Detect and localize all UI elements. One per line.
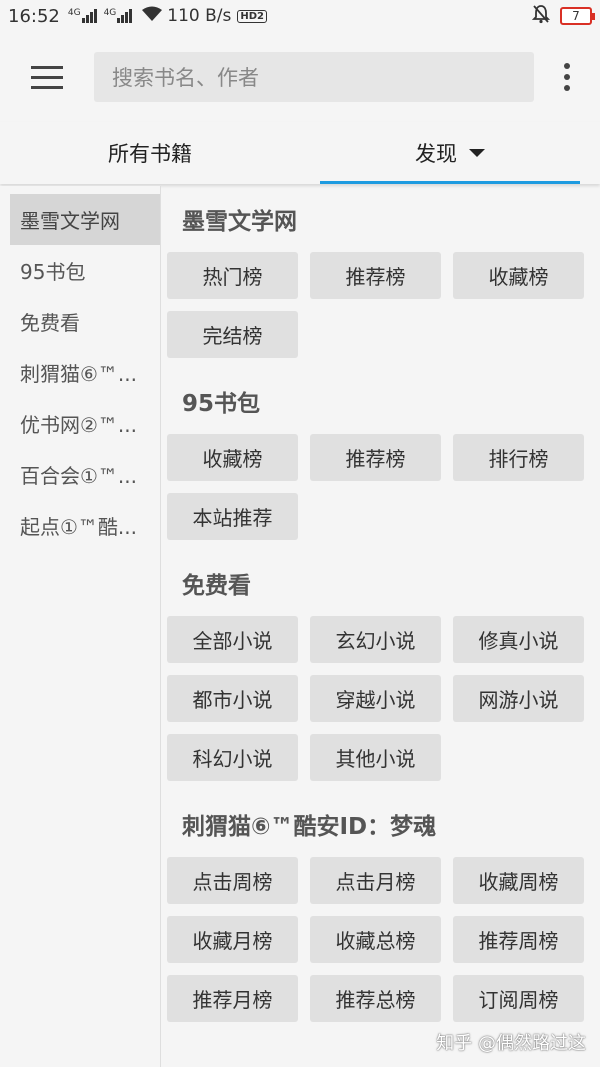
discover-content[interactable]: 墨雪文学网 热门榜 推荐榜 收藏榜 完结榜 95书包 收藏榜 推荐榜 排行榜 本… [162, 186, 600, 1067]
sidebar-item[interactable]: 起点①™酷... [10, 500, 160, 551]
toolbar: 搜索书名、作者 [0, 32, 600, 122]
sidebar-item[interactable]: 墨雪文学网 [10, 194, 160, 245]
category-chip[interactable]: 修真小说 [453, 616, 584, 663]
category-chip[interactable]: 其他小说 [310, 734, 441, 781]
category-chip[interactable]: 点击月榜 [310, 857, 441, 904]
signal-icon-2: 4G [104, 9, 134, 23]
dropdown-caret-icon [469, 149, 485, 157]
hd-badge: HD2 [237, 9, 268, 23]
category-chip[interactable]: 推荐榜 [310, 434, 441, 481]
category-chip[interactable]: 穿越小说 [310, 675, 441, 722]
category-chip[interactable]: 订阅周榜 [453, 975, 584, 1022]
section-title: 刺猬猫⑥™酷安ID：梦魂 [182, 814, 437, 840]
tab-label: 发现 [415, 142, 457, 166]
more-options-icon[interactable] [534, 32, 600, 122]
category-chip[interactable]: 本站推荐 [167, 493, 298, 540]
category-chip[interactable]: 完结榜 [167, 311, 298, 358]
category-grid: 全部小说 玄幻小说 修真小说 都市小说 穿越小说 网游小说 科幻小说 其他小说 [162, 616, 600, 781]
category-chip[interactable]: 推荐月榜 [167, 975, 298, 1022]
bell-muted-icon [531, 4, 551, 29]
network-speed: 110 B/s [167, 6, 232, 26]
category-chip[interactable]: 热门榜 [167, 252, 298, 299]
category-chip[interactable]: 都市小说 [167, 675, 298, 722]
sidebar-item[interactable]: 优书网②™... [10, 398, 160, 449]
tab-all-books[interactable]: 所有书籍 [0, 122, 300, 184]
category-grid: 点击周榜 点击月榜 收藏周榜 收藏月榜 收藏总榜 推荐周榜 推荐月榜 推荐总榜 … [162, 857, 600, 1022]
source-sidebar: 墨雪文学网 95书包 免费看 刺猬猫⑥™... 优书网②™... 百合会①™..… [0, 186, 161, 1067]
category-chip[interactable]: 网游小说 [453, 675, 584, 722]
tab-bar: 所有书籍 发现 [0, 122, 600, 184]
category-grid: 收藏榜 推荐榜 排行榜 本站推荐 [162, 434, 600, 540]
category-chip[interactable]: 推荐总榜 [310, 975, 441, 1022]
clock: 16:52 [8, 5, 60, 27]
search-placeholder: 搜索书名、作者 [112, 66, 259, 90]
status-bar: 16:52 4G 4G 110 B/s HD2 7 [0, 0, 600, 32]
wifi-icon [141, 6, 163, 27]
category-chip[interactable]: 收藏周榜 [453, 857, 584, 904]
category-chip[interactable]: 排行榜 [453, 434, 584, 481]
battery-icon: 7 [560, 7, 595, 25]
category-grid: 热门榜 推荐榜 收藏榜 完结榜 [162, 252, 600, 358]
menu-icon[interactable] [0, 32, 94, 122]
sidebar-item[interactable]: 免费看 [10, 296, 160, 347]
signal-icon: 4G [68, 9, 98, 23]
category-chip[interactable]: 推荐周榜 [453, 916, 584, 963]
category-chip[interactable]: 点击周榜 [167, 857, 298, 904]
category-chip[interactable]: 收藏榜 [453, 252, 584, 299]
category-chip[interactable]: 收藏榜 [167, 434, 298, 481]
watermark: 知乎 @偶然路过这 [436, 1033, 586, 1054]
category-chip[interactable]: 玄幻小说 [310, 616, 441, 663]
category-chip[interactable]: 收藏总榜 [310, 916, 441, 963]
category-chip[interactable]: 全部小说 [167, 616, 298, 663]
section-title: 95书包 [182, 391, 261, 417]
tab-label: 所有书籍 [108, 142, 192, 166]
category-chip[interactable]: 推荐榜 [310, 252, 441, 299]
category-chip[interactable]: 科幻小说 [167, 734, 298, 781]
sidebar-item[interactable]: 百合会①™... [10, 449, 160, 500]
section-title: 免费看 [182, 573, 251, 599]
category-chip[interactable]: 收藏月榜 [167, 916, 298, 963]
search-input[interactable]: 搜索书名、作者 [94, 52, 534, 102]
sidebar-item[interactable]: 刺猬猫⑥™... [10, 347, 160, 398]
section-title: 墨雪文学网 [182, 209, 297, 235]
sidebar-item[interactable]: 95书包 [10, 245, 160, 296]
tab-discover[interactable]: 发现 [300, 122, 600, 184]
